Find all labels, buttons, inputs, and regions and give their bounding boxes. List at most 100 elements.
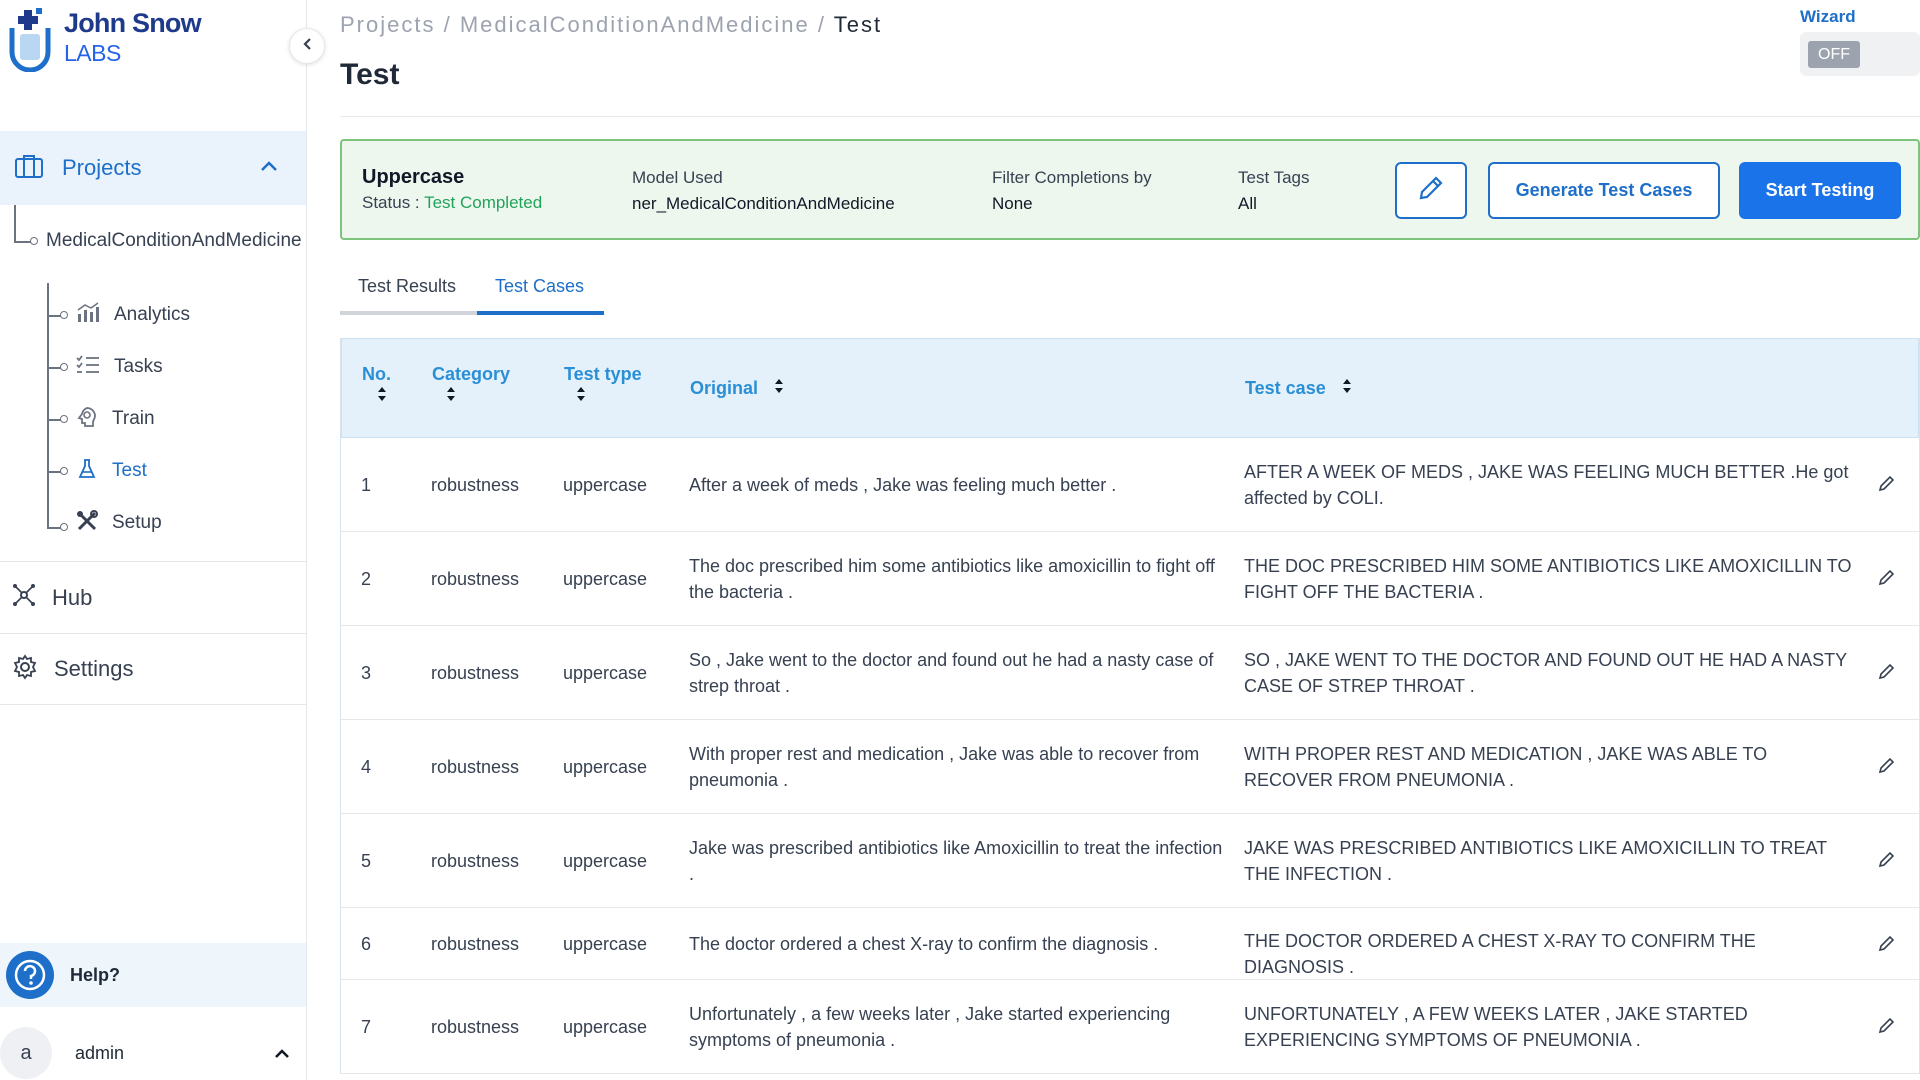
bar-chart-icon: [76, 301, 100, 329]
cell-original: So , Jake went to the doctor and found o…: [689, 650, 1214, 696]
chevron-up-icon[interactable]: [260, 159, 278, 177]
sort-icon[interactable]: [377, 385, 387, 408]
sort-icon[interactable]: [446, 385, 456, 408]
sidebar-item-hub[interactable]: Hub: [0, 561, 306, 633]
breadcrumb-current: Test: [833, 12, 883, 37]
cell-original: The doc prescribed him some antibiotics …: [689, 556, 1215, 602]
pencil-icon[interactable]: [1878, 934, 1896, 957]
company-logo[interactable]: John Snow LABS: [8, 6, 202, 76]
chevron-up-icon[interactable]: [274, 1046, 290, 1064]
tab-test-results[interactable]: Test Results: [358, 276, 456, 315]
sidebar-item-label: Settings: [54, 656, 134, 681]
project-name-link[interactable]: MedicalConditionAndMedicine: [46, 227, 306, 254]
checklist-icon: [76, 354, 100, 380]
tab-test-cases[interactable]: Test Cases: [495, 276, 584, 315]
column-header-test-case[interactable]: Test case: [1245, 377, 1352, 400]
wizard-toggle[interactable]: OFF: [1800, 32, 1920, 76]
sidebar-item-analytics[interactable]: Analytics: [76, 300, 190, 330]
table-row[interactable]: 4 robustness uppercase With proper rest …: [341, 720, 1919, 814]
sidebar-item-projects[interactable]: Projects: [0, 131, 306, 205]
page-title: Test: [340, 58, 400, 91]
cell-category: robustness: [431, 851, 520, 871]
cell-no: 1: [361, 475, 372, 495]
pencil-icon[interactable]: [1878, 1016, 1896, 1039]
cell-test-type: uppercase: [563, 1017, 648, 1037]
sort-icon[interactable]: [576, 385, 586, 408]
cell-test-case: WITH PROPER REST AND MEDICATION , JAKE W…: [1244, 744, 1768, 790]
cell-no: 3: [361, 663, 372, 683]
cell-test-case: JAKE WAS PRESCRIBED ANTIBIOTICS LIKE AMO…: [1244, 838, 1827, 884]
start-testing-button[interactable]: Start Testing: [1739, 162, 1901, 219]
sidebar-item-test[interactable]: Test: [76, 456, 147, 486]
active-tab-indicator: [477, 311, 604, 315]
sidebar: John Snow LABS Projects MedicalCondition…: [0, 0, 307, 1080]
cell-category: robustness: [431, 934, 520, 954]
cell-test-type: uppercase: [563, 569, 648, 589]
table-row[interactable]: 5 robustness uppercase Jake was prescrib…: [341, 814, 1919, 908]
sort-icon[interactable]: [774, 377, 784, 400]
logo-text-primary: John Snow: [64, 8, 202, 38]
sidebar-item-label: Projects: [62, 155, 142, 180]
cell-test-type: uppercase: [563, 757, 648, 777]
pencil-icon[interactable]: [1878, 568, 1896, 591]
gear-icon: [12, 653, 38, 685]
cell-no: 7: [361, 1017, 372, 1037]
cell-test-case: SO , JAKE WENT TO THE DOCTOR AND FOUND O…: [1244, 650, 1847, 696]
pencil-icon[interactable]: [1878, 756, 1896, 779]
sidebar-item-label: Analytics: [114, 304, 191, 325]
column-header-original[interactable]: Original: [690, 377, 784, 400]
cell-category: robustness: [431, 663, 520, 683]
cell-test-type: uppercase: [563, 851, 648, 871]
cell-test-case: AFTER A WEEK OF MEDS , JAKE WAS FEELING …: [1244, 462, 1849, 508]
user-menu[interactable]: a admin: [0, 1026, 306, 1080]
sidebar-item-label: Train: [112, 408, 155, 429]
cell-test-type: uppercase: [563, 934, 648, 954]
sidebar-item-label: Tasks: [114, 356, 163, 377]
sort-icon[interactable]: [1342, 377, 1352, 400]
sidebar-item-label: Test: [112, 460, 147, 481]
column-header-test-type[interactable]: Test type: [564, 364, 642, 408]
breadcrumb-projects[interactable]: Projects: [340, 12, 435, 37]
sidebar-item-setup[interactable]: Setup: [76, 508, 162, 538]
pencil-icon[interactable]: [1878, 662, 1896, 685]
breadcrumb-separator: /: [435, 12, 460, 37]
wizard-label: Wizard: [1800, 7, 1856, 26]
pencil-icon[interactable]: [1878, 850, 1896, 873]
flask-icon: [76, 458, 98, 485]
sidebar-item-train[interactable]: Train: [76, 404, 155, 434]
wizard-toggle-state: OFF: [1808, 41, 1860, 68]
help-icon: [6, 951, 54, 999]
help-button[interactable]: Help?: [0, 943, 306, 1007]
cell-category: robustness: [431, 569, 520, 589]
table-row[interactable]: 2 robustness uppercase The doc prescribe…: [341, 532, 1919, 626]
breadcrumb-project[interactable]: MedicalConditionAndMedicine: [460, 12, 810, 37]
cell-test-case: THE DOC PRESCRIBED HIM SOME ANTIBIOTICS …: [1244, 556, 1852, 602]
column-header-category[interactable]: Category: [432, 364, 510, 408]
cell-original: After a week of meds , Jake was feeling …: [689, 475, 1117, 495]
avatar: a: [0, 1027, 52, 1079]
cell-original: Unfortunately , a few weeks later , Jake…: [689, 1004, 1171, 1050]
sidebar-item-settings[interactable]: Settings: [0, 633, 306, 705]
filter-value: None: [992, 194, 1033, 213]
help-label: Help?: [70, 964, 121, 985]
sidebar-item-label: Hub: [52, 584, 93, 610]
edit-test-button[interactable]: [1395, 162, 1467, 219]
model-key: Model Used: [632, 168, 723, 187]
pencil-icon[interactable]: [1878, 474, 1896, 497]
cell-no: 5: [361, 851, 372, 871]
divider: [340, 116, 1920, 117]
collapse-sidebar-button[interactable]: [289, 28, 325, 64]
column-header-no[interactable]: No.: [362, 364, 391, 408]
tags-value: All: [1238, 194, 1257, 213]
cell-original: With proper rest and medication , Jake w…: [689, 744, 1200, 790]
generate-test-cases-button[interactable]: Generate Test Cases: [1488, 162, 1720, 219]
table-row[interactable]: 6 robustness uppercase The doctor ordere…: [341, 908, 1919, 980]
table-row[interactable]: 3 robustness uppercase So , Jake went to…: [341, 626, 1919, 720]
projects-icon: [14, 153, 44, 184]
logo-text-secondary: LABS: [64, 40, 121, 66]
table-row[interactable]: 7 robustness uppercase Unfortunately , a…: [341, 980, 1919, 1074]
cell-test-type: uppercase: [563, 475, 648, 495]
table-row[interactable]: 1 robustness uppercase After a week of m…: [341, 438, 1919, 532]
wizard-control: Wizard OFF: [1800, 7, 1920, 76]
sidebar-item-tasks[interactable]: Tasks: [76, 352, 163, 382]
